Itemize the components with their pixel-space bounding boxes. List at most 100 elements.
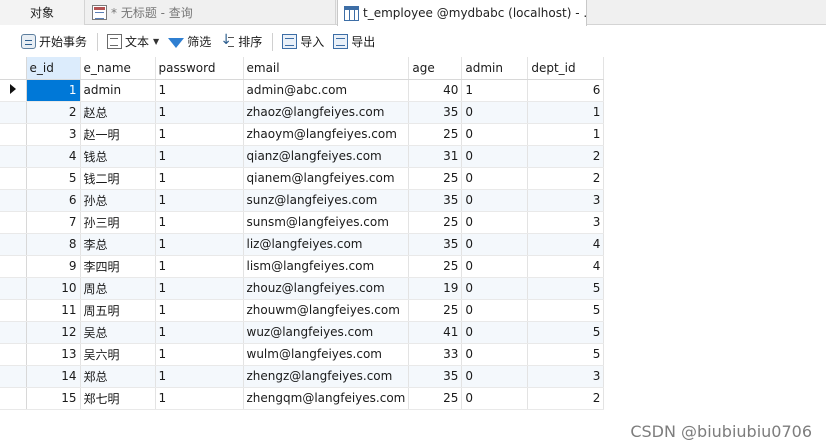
- cell-email[interactable]: liz@langfeiyes.com: [243, 233, 410, 256]
- cell-e-name[interactable]: 吴六明: [80, 343, 156, 366]
- cell-age[interactable]: 25: [408, 211, 463, 234]
- cell-password[interactable]: 1: [155, 255, 244, 278]
- column-header-email[interactable]: email: [243, 57, 410, 80]
- sort-button[interactable]: 排序: [217, 31, 265, 53]
- column-header-age[interactable]: age: [408, 57, 463, 80]
- row-selector[interactable]: [0, 189, 27, 212]
- cell-dept-id[interactable]: 3: [527, 189, 605, 212]
- cell-email[interactable]: sunz@langfeiyes.com: [243, 189, 410, 212]
- table-row[interactable]: 3 赵一明 1 zhaoym@langfeiyes.com 25 0 1: [0, 123, 605, 146]
- table-row[interactable]: 9 李四明 1 lism@langfeiyes.com 25 0 4: [0, 255, 605, 278]
- cell-dept-id[interactable]: 5: [527, 277, 605, 300]
- tab-objects[interactable]: 对象: [0, 0, 85, 25]
- cell-e-name[interactable]: 李四明: [80, 255, 156, 278]
- row-selector[interactable]: [0, 321, 27, 344]
- table-row[interactable]: 7 孙三明 1 sunsm@langfeiyes.com 25 0 3: [0, 211, 605, 234]
- table-row[interactable]: 11 周五明 1 zhouwm@langfeiyes.com 25 0 5: [0, 299, 605, 322]
- cell-e-name[interactable]: 李总: [80, 233, 156, 256]
- cell-dept-id[interactable]: 4: [527, 233, 605, 256]
- cell-age[interactable]: 41: [408, 321, 463, 344]
- filter-button[interactable]: 筛选: [165, 31, 214, 53]
- text-button[interactable]: 文本 ▼: [104, 31, 162, 53]
- cell-e-name[interactable]: 孙总: [80, 189, 156, 212]
- import-button[interactable]: 导入: [279, 31, 327, 53]
- cell-password[interactable]: 1: [155, 321, 244, 344]
- cell-e-name[interactable]: 郑总: [80, 365, 156, 388]
- column-header-dept-id[interactable]: dept_id: [527, 57, 605, 80]
- cell-e-name[interactable]: 赵一明: [80, 123, 156, 146]
- cell-dept-id[interactable]: 2: [527, 145, 605, 168]
- cell-password[interactable]: 1: [155, 145, 244, 168]
- cell-admin[interactable]: 0: [461, 277, 529, 300]
- cell-admin[interactable]: 0: [461, 387, 529, 410]
- column-header-password[interactable]: password: [155, 57, 244, 80]
- cell-e-id[interactable]: 2: [26, 101, 81, 124]
- row-selector[interactable]: [0, 79, 27, 102]
- cell-admin[interactable]: 0: [461, 299, 529, 322]
- table-row[interactable]: 6 孙总 1 sunz@langfeiyes.com 35 0 3: [0, 189, 605, 212]
- tab-untitled-query[interactable]: * 无标题 - 查询: [86, 0, 336, 25]
- cell-e-name[interactable]: 郑七明: [80, 387, 156, 410]
- row-selector[interactable]: [0, 123, 27, 146]
- row-selector[interactable]: [0, 299, 27, 322]
- cell-e-name[interactable]: 孙三明: [80, 211, 156, 234]
- cell-password[interactable]: 1: [155, 189, 244, 212]
- table-row[interactable]: 12 吴总 1 wuz@langfeiyes.com 41 0 5: [0, 321, 605, 344]
- cell-age[interactable]: 35: [408, 189, 463, 212]
- cell-password[interactable]: 1: [155, 101, 244, 124]
- cell-dept-id[interactable]: 3: [527, 211, 605, 234]
- cell-e-name[interactable]: 钱二明: [80, 167, 156, 190]
- cell-password[interactable]: 1: [155, 79, 244, 102]
- cell-admin[interactable]: 0: [461, 167, 529, 190]
- row-selector[interactable]: [0, 145, 27, 168]
- cell-age[interactable]: 35: [408, 101, 463, 124]
- cell-password[interactable]: 1: [155, 123, 244, 146]
- cell-admin[interactable]: 0: [461, 321, 529, 344]
- cell-e-name[interactable]: 吴总: [80, 321, 156, 344]
- cell-password[interactable]: 1: [155, 167, 244, 190]
- cell-admin[interactable]: 0: [461, 255, 529, 278]
- table-row[interactable]: 2 赵总 1 zhaoz@langfeiyes.com 35 0 1: [0, 101, 605, 124]
- cell-dept-id[interactable]: 4: [527, 255, 605, 278]
- cell-e-id[interactable]: 8: [26, 233, 81, 256]
- cell-dept-id[interactable]: 2: [527, 167, 605, 190]
- cell-age[interactable]: 40: [408, 79, 463, 102]
- cell-password[interactable]: 1: [155, 211, 244, 234]
- table-row[interactable]: 13 吴六明 1 wulm@langfeiyes.com 33 0 5: [0, 343, 605, 366]
- cell-age[interactable]: 31: [408, 145, 463, 168]
- cell-dept-id[interactable]: 2: [527, 387, 605, 410]
- cell-dept-id[interactable]: 3: [527, 365, 605, 388]
- cell-e-id[interactable]: 3: [26, 123, 81, 146]
- cell-email[interactable]: wulm@langfeiyes.com: [243, 343, 410, 366]
- cell-email[interactable]: zhouwm@langfeiyes.com: [243, 299, 410, 322]
- table-row[interactable]: 15 郑七明 1 zhengqm@langfeiyes.com 25 0 2: [0, 387, 605, 410]
- cell-e-id[interactable]: 4: [26, 145, 81, 168]
- row-selector[interactable]: [0, 365, 27, 388]
- cell-e-name[interactable]: 周总: [80, 277, 156, 300]
- cell-age[interactable]: 25: [408, 167, 463, 190]
- cell-email[interactable]: wuz@langfeiyes.com: [243, 321, 410, 344]
- cell-dept-id[interactable]: 1: [527, 123, 605, 146]
- row-selector[interactable]: [0, 167, 27, 190]
- chevron-down-icon[interactable]: ▼: [153, 37, 159, 46]
- cell-age[interactable]: 19: [408, 277, 463, 300]
- table-row[interactable]: 1 admin 1 admin@abc.com 40 1 6: [0, 79, 605, 102]
- cell-e-id[interactable]: 7: [26, 211, 81, 234]
- cell-email[interactable]: qianz@langfeiyes.com: [243, 145, 410, 168]
- cell-dept-id[interactable]: 5: [527, 299, 605, 322]
- cell-dept-id[interactable]: 1: [527, 101, 605, 124]
- cell-age[interactable]: 25: [408, 123, 463, 146]
- cell-e-id[interactable]: 14: [26, 365, 81, 388]
- cell-password[interactable]: 1: [155, 365, 244, 388]
- cell-dept-id[interactable]: 5: [527, 321, 605, 344]
- cell-e-id[interactable]: 6: [26, 189, 81, 212]
- begin-transaction-button[interactable]: 开始事务: [18, 31, 90, 53]
- row-selector[interactable]: [0, 233, 27, 256]
- export-button[interactable]: 导出: [330, 31, 378, 53]
- column-header-admin[interactable]: admin: [461, 57, 529, 80]
- cell-admin[interactable]: 0: [461, 101, 529, 124]
- cell-password[interactable]: 1: [155, 299, 244, 322]
- cell-admin[interactable]: 0: [461, 211, 529, 234]
- cell-admin[interactable]: 0: [461, 365, 529, 388]
- cell-age[interactable]: 35: [408, 233, 463, 256]
